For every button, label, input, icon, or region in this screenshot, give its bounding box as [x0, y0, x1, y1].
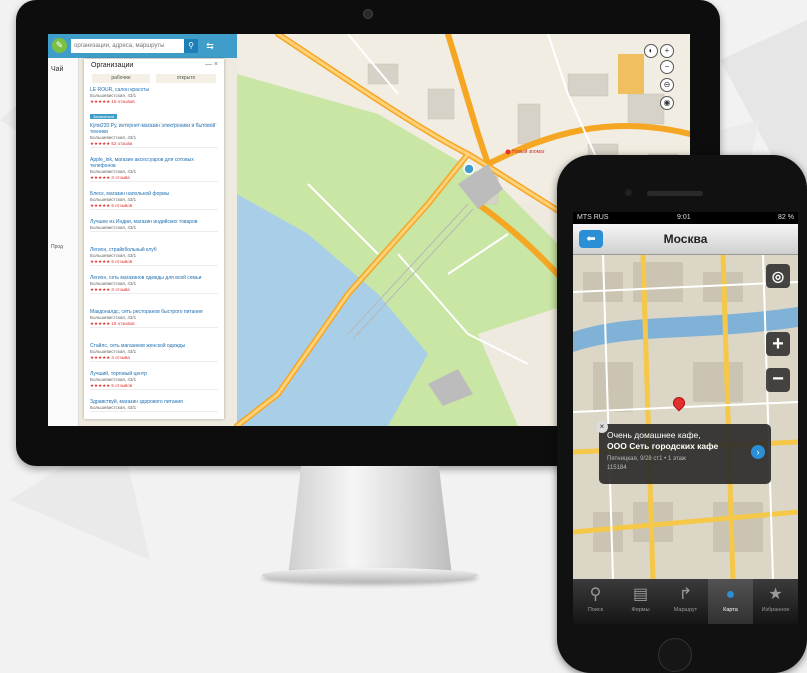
callout-postcode: 115184 [607, 465, 627, 471]
organization-rating: ★★★★★ 5 отзывов [90, 202, 133, 208]
search-icon: ⚲ [589, 586, 602, 603]
star-icon: ★ [768, 586, 783, 603]
home-button[interactable] [658, 638, 692, 672]
organization-rating: ★★★★★ 15 отзывов [90, 99, 135, 104]
tab-map[interactable]: ● Карта [708, 579, 753, 624]
organization-rating: ★★★★★ 5 отзывов [90, 382, 133, 388]
compass-button[interactable]: ⊖ [660, 78, 674, 92]
locate-icon[interactable]: ◎ [766, 264, 790, 288]
search-input[interactable] [71, 39, 187, 53]
organization-rating: ★★★★★ 5 отзывов [90, 258, 133, 264]
tab-firms[interactable]: ▤ Фирмы [618, 579, 663, 624]
monitor-stand-base [262, 568, 478, 582]
globe-icon: ● [725, 586, 736, 603]
route-icon: ↱ [678, 586, 693, 603]
tab-label: Поиск [587, 607, 604, 613]
search-bar: ✎ ⚲ ⇆ [48, 34, 237, 58]
directions-icon[interactable]: ⇆ [202, 38, 218, 54]
organization-rating: ★★★★★ 15 отзывов [90, 320, 135, 326]
callout-company: ООО Сеть городских кафе [607, 441, 719, 451]
list-item[interactable]: Легион, страйкбольный клуб Большевистская… [90, 247, 218, 266]
phone-camera [625, 189, 632, 196]
organization-address: Большевистская, 43/1 [90, 224, 137, 230]
2gis-logo-icon[interactable]: ✎ [52, 38, 67, 53]
organization-rating: ★★★★★ 52 отзыва [90, 140, 133, 146]
nav-title: Москва [663, 232, 708, 246]
organization-name[interactable]: Легион, сеть магазинов одежды для всей с… [90, 275, 218, 281]
list-item[interactable]: LE ROUR, салон красоты Большевистская, 43… [90, 87, 218, 124]
sidebar-title: Чай [51, 66, 64, 73]
webcam [363, 9, 373, 19]
booking-badge[interactable]: Записаться [90, 114, 118, 119]
tab-label: Карта [723, 607, 738, 613]
panel-title: Организации [91, 62, 134, 69]
organization-rating: ★★★★★ 3 отзыва [90, 174, 130, 180]
tab-search[interactable]: ⚲ Поиск [573, 579, 618, 624]
filter-working[interactable]: рабочие [92, 74, 150, 83]
list-item[interactable]: Лучшее из Индии, магазин индийских товар… [90, 219, 218, 232]
tab-bar: ⚲ Поиск ▤ Фирмы ↱ Маршрут ● Карта ★ Избранное [573, 579, 798, 624]
organization-rating: ★★★★★ 3 отзыва [90, 286, 130, 292]
close-icon[interactable]: — × [205, 61, 218, 68]
battery-label: 82 % [778, 214, 794, 221]
organization-name[interactable]: Apple_ink, магазин аксессуаров для сотов… [90, 157, 218, 169]
organization-address: Большевистская, 43/1 [90, 404, 137, 410]
left-sidebar: Чай Прод ☗ [48, 58, 79, 426]
list-item[interactable]: Блеск, магазин напольной формы Большевист… [90, 191, 218, 210]
ruler-button[interactable]: ◐ [644, 44, 658, 58]
zoom-out-button[interactable]: − [660, 60, 674, 74]
tab-label: Маршрут [673, 607, 698, 613]
status-bar: MTS RUS 9:01 82 % [573, 212, 798, 224]
document-icon: ▤ [632, 586, 649, 603]
phone-screen: MTS RUS 9:01 82 % ⬅ Москва ◎ + − × Очень… [573, 212, 798, 624]
tab-label: Избранное [761, 607, 790, 613]
tab-favorites[interactable]: ★ Избранное [753, 579, 798, 624]
zoom-in-button[interactable]: + [766, 332, 790, 356]
list-item[interactable]: Макдоналдс, сеть ресторанов быстрого пит… [90, 309, 218, 328]
search-button[interactable]: ⚲ [184, 39, 198, 53]
organization-name[interactable]: Купи220.Ру, интернет-магазин электроники… [90, 123, 218, 135]
callout-title: Очень домашнее кафе, [607, 430, 701, 440]
monitor-stand [288, 466, 452, 576]
organization-rating: ★★★★★ 3 отзыва [90, 354, 130, 360]
organization-name[interactable]: Макдоналдс, сеть ресторанов быстрого пит… [90, 309, 218, 315]
time-label: 9:01 [677, 214, 691, 221]
locate-button[interactable]: ◉ [660, 96, 674, 110]
chevron-right-icon[interactable]: › [751, 445, 765, 459]
phone-speaker [647, 191, 703, 196]
list-item[interactable]: Стайлс, сеть магазинов женской одежды Бол… [90, 343, 218, 362]
zoom-in-button[interactable]: + [660, 44, 674, 58]
sidebar-section-label[interactable]: Прод [51, 244, 63, 250]
zoom-out-button[interactable]: − [766, 368, 790, 392]
list-item[interactable]: Легион, сеть магазинов одежды для всей с… [90, 275, 218, 294]
tab-route[interactable]: ↱ Маршрут [663, 579, 708, 624]
list-item[interactable]: Apple_ink, магазин аксессуаров для сотов… [90, 157, 218, 182]
place-callout[interactable]: × Очень домашнее кафе, ООО Сеть городски… [596, 421, 771, 484]
tab-label: Фирмы [631, 607, 650, 613]
poi-label[interactable]: Новый зоомаг [512, 149, 545, 155]
carrier-label: MTS RUS [577, 214, 609, 221]
mobile-map[interactable] [573, 212, 798, 624]
list-item[interactable]: Купи220.Ру, интернет-магазин электроники… [90, 123, 218, 148]
nav-bar: ⬅ Москва [573, 224, 798, 255]
list-item[interactable]: Лучший, торговый центр Большевистская, 43… [90, 371, 218, 390]
filter-open[interactable]: открыто [156, 74, 216, 83]
organizations-panel: Организации — × рабочие открыто LE ROUR,… [84, 59, 224, 419]
list-item[interactable]: Здравствуй, магазин здорового питания Бол… [90, 399, 218, 412]
phone-frame: MTS RUS 9:01 82 % ⬅ Москва ◎ + − × Очень… [557, 155, 807, 673]
callout-address: Пятницкая, 9/28 ст1 • 1 этаж [607, 456, 686, 462]
